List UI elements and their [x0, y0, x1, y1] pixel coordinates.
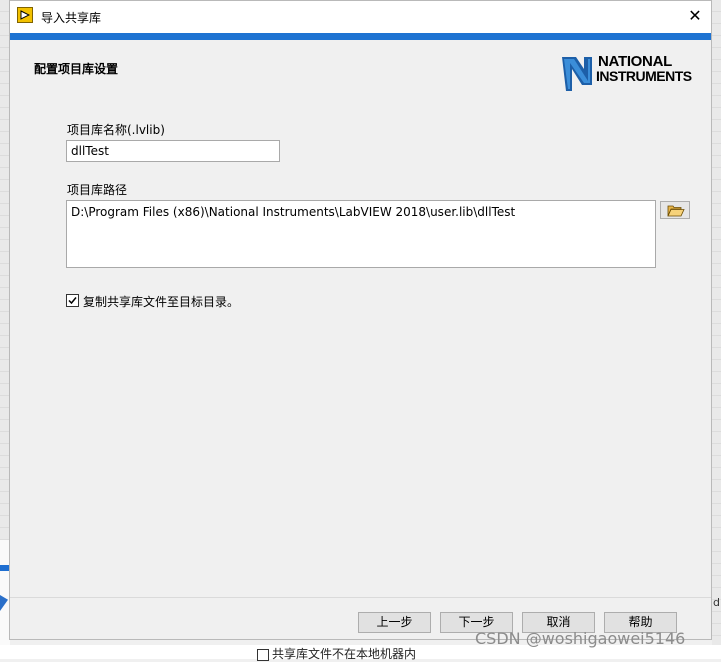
folder-open-icon: [667, 205, 685, 217]
close-button[interactable]: ✕: [686, 7, 704, 25]
library-name-input[interactable]: dllTest: [66, 140, 280, 162]
national-instruments-logo: NATIONAL INSTRUMENTS: [562, 53, 704, 93]
background-checkbox: [257, 649, 269, 661]
prev-button[interactable]: 上一步: [358, 612, 431, 633]
library-path-label: 项目库路径: [67, 183, 128, 197]
footer-divider: [10, 597, 711, 598]
library-path-input[interactable]: D:\Program Files (x86)\National Instrume…: [66, 200, 656, 268]
checkmark-icon: [68, 297, 77, 305]
header-accent-bar: [10, 33, 711, 40]
copy-library-checkbox-label[interactable]: 复制共享库文件至目标目录。: [83, 293, 239, 310]
browse-button[interactable]: [660, 201, 690, 219]
page-title: 配置项目库设置: [34, 62, 119, 76]
background-checkbox-label: 共享库文件不在本地机器内: [272, 647, 417, 661]
title-bar[interactable]: 导入共享库 ✕: [10, 1, 711, 33]
ni-eagle-icon: [562, 57, 592, 91]
logo-line-2: INSTRUMENTS: [596, 68, 692, 84]
background-window-right: [712, 0, 721, 659]
window-title: 导入共享库: [41, 11, 102, 25]
labview-vi-icon: [17, 7, 33, 23]
csdn-watermark: CSDN @woshigaowei5146: [475, 629, 686, 648]
background-right-text: dl: [713, 596, 721, 609]
import-shared-library-dialog: 导入共享库 ✕ 配置项目库设置 NATIONAL INSTRUMENTS 项目库…: [9, 0, 712, 640]
library-name-label: 项目库名称(.lvlib): [67, 123, 165, 137]
copy-library-checkbox[interactable]: [66, 294, 79, 307]
